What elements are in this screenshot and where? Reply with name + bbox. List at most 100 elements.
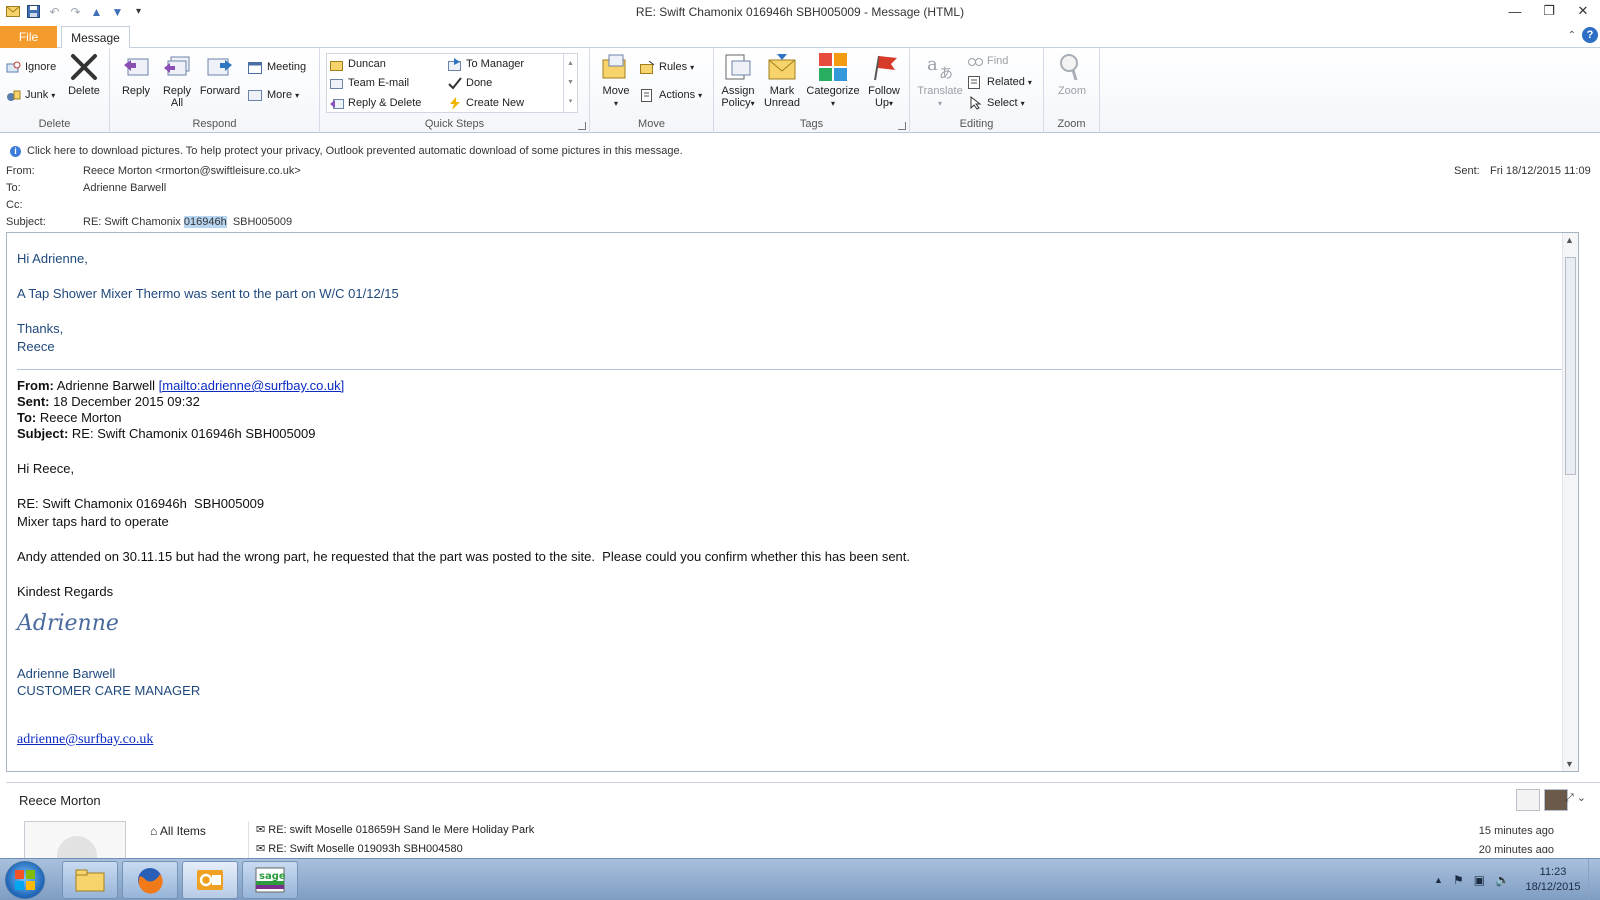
to-value[interactable]: Adrienne Barwell bbox=[83, 182, 166, 194]
signature-name: Adrienne Barwell bbox=[17, 666, 116, 681]
taskbar-clock[interactable]: 11:23 18/12/2015 bbox=[1518, 865, 1588, 895]
activity-filter: ⌂ All Items bbox=[144, 821, 249, 861]
ignore-button[interactable]: Ignore bbox=[6, 58, 56, 76]
close-icon[interactable]: ✕ bbox=[1566, 0, 1600, 22]
scroll-down-icon[interactable]: ▼ bbox=[1565, 759, 1574, 769]
quick-step-create-new[interactable]: Create New bbox=[447, 94, 524, 112]
help-icon[interactable]: ? bbox=[1582, 27, 1598, 43]
move-folder-icon bbox=[601, 52, 631, 82]
save-icon[interactable] bbox=[25, 3, 42, 20]
group-label-move: Move bbox=[638, 118, 665, 130]
network-icon[interactable]: ▣ bbox=[1474, 873, 1485, 887]
expand-pane-icon[interactable]: ⤢ ⌄ bbox=[1565, 791, 1586, 805]
scroll-up-icon[interactable]: ▲ bbox=[1565, 235, 1574, 245]
forward-button[interactable]: Forward bbox=[198, 52, 242, 97]
group-label-delete: Delete bbox=[38, 118, 71, 130]
ribbon-tabs: File Message ⌃ ? bbox=[0, 24, 1600, 49]
team-email-icon bbox=[329, 76, 344, 91]
quoted-issue: Mixer taps hard to operate bbox=[17, 514, 169, 529]
quick-step-duncan[interactable]: Duncan bbox=[329, 55, 386, 73]
contact-avatar bbox=[24, 821, 126, 861]
sent-value: Fri 18/12/2015 11:09 bbox=[1490, 165, 1591, 177]
follow-up-button[interactable]: Follow Up▾ bbox=[862, 52, 906, 110]
previous-item-icon[interactable]: ▲ bbox=[88, 3, 105, 20]
start-button[interactable] bbox=[5, 861, 45, 899]
checkmark-icon bbox=[447, 76, 462, 91]
contact-avatar-generic-icon[interactable] bbox=[1516, 789, 1540, 811]
taskbar-explorer[interactable] bbox=[62, 861, 118, 899]
all-items-filter[interactable]: ⌂ All Items bbox=[150, 824, 206, 838]
taskbar-sage[interactable]: sage bbox=[242, 861, 298, 899]
action-center-flag-icon[interactable]: ⚑ bbox=[1453, 873, 1464, 887]
quick-step-team-email[interactable]: Team E-mail bbox=[329, 74, 409, 92]
activity-item[interactable]: ✉ RE: Swift Moselle 019093h SBH004580 bbox=[256, 842, 463, 853]
reply-button[interactable]: Reply bbox=[114, 52, 158, 97]
taskbar-outlook[interactable] bbox=[182, 861, 238, 899]
group-label-editing: Editing bbox=[959, 118, 994, 130]
quoted-regards: Kindest Regards bbox=[17, 584, 114, 599]
cc-label: Cc: bbox=[6, 199, 23, 211]
actions-button[interactable]: Actions ▾ bbox=[640, 86, 702, 104]
system-tray: ▲ ⚑ ▣ 🔈 11:23 18/12/2015 bbox=[1434, 859, 1600, 900]
find-button[interactable]: Find bbox=[968, 52, 1008, 70]
cursor-icon bbox=[968, 96, 983, 111]
from-label: From: bbox=[6, 165, 35, 177]
categorize-button[interactable]: Categorize ▾ bbox=[806, 52, 860, 110]
sent-label: Sent: bbox=[1454, 165, 1480, 177]
signoff-name: Reece bbox=[17, 339, 55, 354]
show-hidden-icons-icon[interactable]: ▲ bbox=[1434, 875, 1443, 885]
title-bar: ↶ ↷ ▲ ▼ ▾ RE: Swift Chamonix 016946h SBH… bbox=[0, 0, 1600, 24]
quick-access-toolbar: ↶ ↷ ▲ ▼ ▾ bbox=[4, 3, 147, 20]
binoculars-icon bbox=[968, 54, 983, 69]
taskbar-firefox[interactable] bbox=[122, 861, 178, 899]
mailto-link[interactable]: [mailto:adrienne@surfbay.co.uk] bbox=[159, 378, 345, 393]
next-item-icon[interactable]: ▼ bbox=[109, 3, 126, 20]
tab-file[interactable]: File bbox=[0, 26, 57, 48]
zoom-button[interactable]: Zoom bbox=[1050, 52, 1094, 97]
related-button[interactable]: Related ▾ bbox=[968, 73, 1032, 91]
minimize-ribbon-icon[interactable]: ⌃ bbox=[1568, 30, 1576, 41]
minimize-icon[interactable]: — bbox=[1498, 0, 1532, 22]
quick-step-to-manager[interactable]: To Manager bbox=[447, 55, 524, 73]
rules-button[interactable]: Rules ▾ bbox=[640, 58, 694, 76]
download-pictures-infobar[interactable]: i Click here to download pictures. To he… bbox=[0, 142, 1600, 160]
delete-button[interactable]: Delete bbox=[62, 52, 106, 97]
assign-policy-button[interactable]: Assign Policy▾ bbox=[716, 52, 760, 110]
volume-icon[interactable]: 🔈 bbox=[1495, 873, 1510, 887]
redo-icon[interactable]: ↷ bbox=[67, 3, 84, 20]
sage-icon: sage bbox=[255, 867, 285, 893]
show-desktop-button[interactable] bbox=[1588, 859, 1600, 900]
junk-button[interactable]: Junk ▾ bbox=[6, 86, 55, 104]
move-button[interactable]: Move ▾ bbox=[594, 52, 638, 110]
restore-icon[interactable]: ❐ bbox=[1532, 0, 1566, 22]
more-button[interactable]: More ▾ bbox=[248, 86, 299, 104]
from-value[interactable]: Reece Morton <rmorton@swiftleisure.co.uk… bbox=[83, 165, 301, 177]
quick-step-done[interactable]: Done bbox=[447, 74, 492, 92]
thanks-line: Thanks, bbox=[17, 321, 64, 336]
group-label-respond: Respond bbox=[192, 118, 237, 130]
quick-step-reply-delete[interactable]: Reply & Delete bbox=[329, 94, 421, 112]
outlook-icon bbox=[197, 870, 223, 890]
reply-all-button[interactable]: Reply All bbox=[155, 52, 199, 109]
magnifier-icon bbox=[1057, 52, 1087, 82]
tab-message[interactable]: Message bbox=[61, 26, 130, 49]
mark-unread-button[interactable]: Mark Unread bbox=[760, 52, 804, 109]
lightning-icon bbox=[447, 96, 462, 111]
signature-email-link[interactable]: adrienne@surfbay.co.uk bbox=[17, 732, 153, 748]
subject-value: RE: Swift Chamonix 016946h SBH005009 bbox=[83, 216, 293, 228]
customize-toolbar-icon[interactable]: ▾ bbox=[130, 3, 147, 20]
message-body[interactable]: Hi Adrienne, A Tap Shower Mixer Thermo w… bbox=[6, 232, 1579, 772]
reply-line: A Tap Shower Mixer Thermo was sent to th… bbox=[17, 286, 399, 301]
scrollbar-thumb[interactable] bbox=[1565, 257, 1576, 475]
body-scrollbar[interactable]: ▲ ▼ bbox=[1562, 233, 1578, 771]
activity-item[interactable]: ✉ RE: swift Moselle 018659H Sand le Mere… bbox=[256, 823, 534, 836]
undo-icon[interactable]: ↶ bbox=[46, 3, 63, 20]
translate-button[interactable]: aあ Translate ▾ bbox=[914, 52, 966, 110]
group-label-quick-steps: Quick Steps bbox=[424, 118, 485, 130]
group-label-tags: Tags bbox=[799, 118, 824, 130]
envelope-icon bbox=[4, 3, 21, 20]
quick-steps-scroll[interactable]: ▲ ▼ ▾ bbox=[563, 54, 577, 112]
quote-separator bbox=[17, 369, 1567, 370]
meeting-button[interactable]: Meeting bbox=[248, 58, 306, 76]
select-button[interactable]: Select ▾ bbox=[968, 94, 1025, 112]
